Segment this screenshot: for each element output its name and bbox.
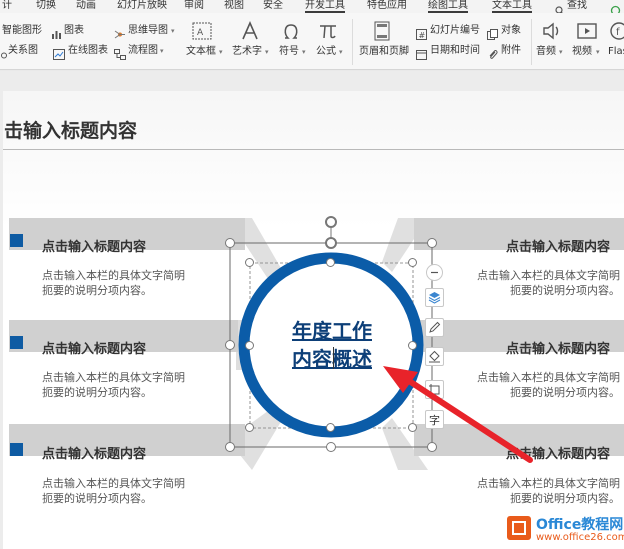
annotation-arrow-icon (383, 366, 533, 463)
watermark-url: www.office26.com (536, 532, 624, 543)
app-window: 计 切换 动画 幻灯片放映 审阅 视图 安全 开发工具 特色应用 绘图工具 文本… (0, 0, 624, 549)
watermark-brand: Office教程网 (536, 517, 624, 533)
office-logo-icon (507, 516, 531, 540)
